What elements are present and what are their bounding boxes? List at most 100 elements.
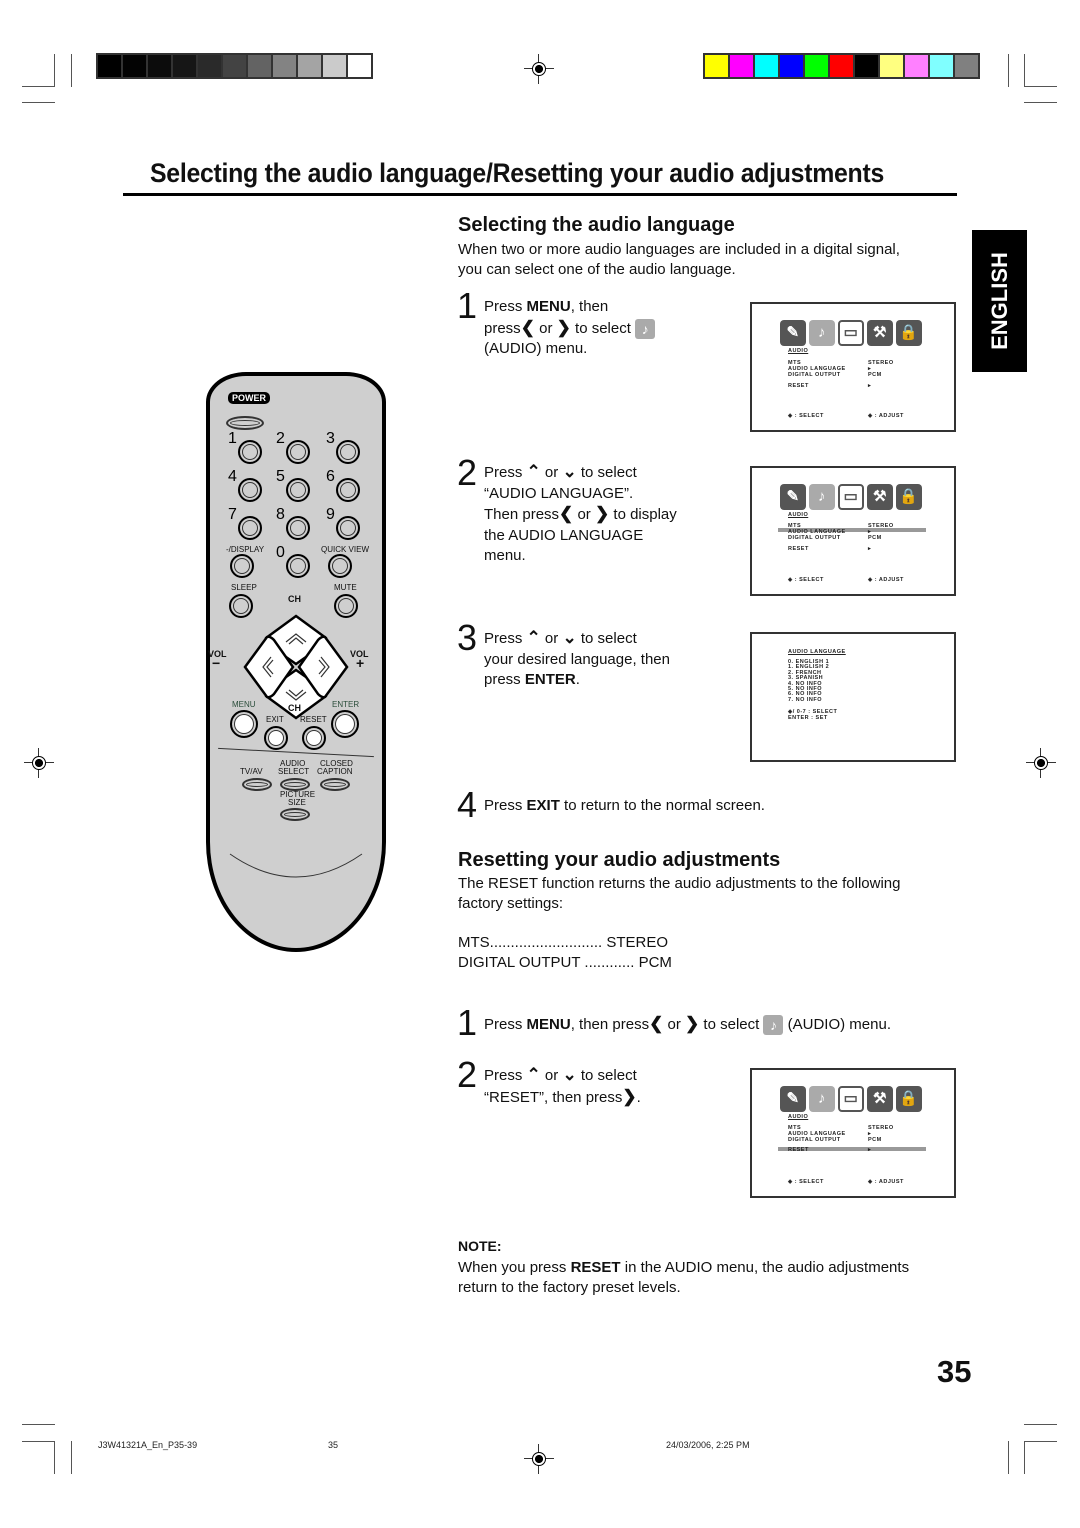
crop-mark xyxy=(1024,86,1057,87)
osd-row-value: ▸ xyxy=(868,383,872,389)
digit-label: 4 xyxy=(228,468,237,485)
quick-view-label: QUICK VIEW xyxy=(321,545,370,554)
lock-icon: 🔒 xyxy=(896,484,922,510)
tvav-button[interactable] xyxy=(242,778,272,791)
digit-label: 5 xyxy=(276,468,285,485)
digit-1-button[interactable] xyxy=(238,440,262,464)
osd-audio-menu-language-highlighted: ✎ ♪ ▭ ⚒ 🔒 AUDIO MTS STEREO AUDIO LANGUAG… xyxy=(750,466,956,596)
tools-icon: ⚒ xyxy=(867,320,893,346)
digit-4-button[interactable] xyxy=(238,478,262,502)
color-swatch xyxy=(880,55,903,77)
down-chevron-icon: ⌄ xyxy=(562,1065,577,1084)
color-swatch xyxy=(830,55,853,77)
closed-caption-label: CAPTION xyxy=(317,767,353,776)
osd-row-label: DIGITAL OUTPUT xyxy=(788,372,841,378)
registration-mark-icon xyxy=(24,748,54,778)
footer-datetime: 24/03/2006, 2:25 PM xyxy=(666,1440,750,1450)
digit-label: 8 xyxy=(276,506,285,523)
right-chevron-icon: ❯ xyxy=(622,1086,637,1106)
picture-size-button[interactable] xyxy=(280,808,310,821)
ch-label: CH xyxy=(288,703,301,713)
exit-button[interactable] xyxy=(264,726,288,750)
tools-icon: ⚒ xyxy=(867,484,893,510)
step-text: Press ⌃ or ⌄ to select “AUDIO LANGUAGE”.… xyxy=(484,462,677,564)
color-swatch xyxy=(98,55,121,77)
remote-bottom-curve xyxy=(229,853,363,878)
power-button[interactable] xyxy=(226,416,264,430)
crop-mark xyxy=(71,1441,72,1474)
footer-page: 35 xyxy=(328,1440,339,1450)
color-swatch xyxy=(705,55,728,77)
digit-7-button[interactable] xyxy=(238,516,262,540)
osd-hint: ◈ : SELECT xyxy=(788,577,824,583)
digit-3-button[interactable] xyxy=(336,440,360,464)
section-heading-select-language: Selecting the audio language xyxy=(458,214,735,236)
color-swatch xyxy=(223,55,246,77)
vol-minus-sign: − xyxy=(212,655,221,671)
color-calibration-bar xyxy=(703,53,980,79)
crop-mark xyxy=(1024,1424,1057,1425)
digit-8-button[interactable] xyxy=(286,516,310,540)
crop-mark xyxy=(1024,1441,1057,1442)
power-label: POWER xyxy=(228,392,271,404)
color-swatch xyxy=(730,55,753,77)
osd-row-label: DIGITAL OUTPUT xyxy=(788,1137,841,1143)
display-label: -/DISPLAY xyxy=(226,545,265,554)
step-number: 1 xyxy=(457,285,478,326)
osd-row-value: STEREO xyxy=(868,1125,894,1131)
step-text: Press MENU, then press❮ or ❯ to select ♪… xyxy=(484,297,656,360)
closed-caption-button[interactable] xyxy=(320,778,350,791)
intro-line: factory settings: xyxy=(458,895,564,912)
menu-button[interactable] xyxy=(230,710,258,738)
digit-5-button[interactable] xyxy=(286,478,310,502)
color-swatch xyxy=(323,55,346,77)
osd-title: AUDIO xyxy=(788,1114,809,1120)
digit-label: 6 xyxy=(326,468,335,485)
osd-hint: ◈ : SELECT xyxy=(788,1179,824,1185)
osd-row-value: ▸ xyxy=(868,1147,872,1153)
exit-label: EXIT xyxy=(266,715,284,724)
crop-mark xyxy=(1024,54,1025,87)
digit-0-button[interactable] xyxy=(286,554,310,578)
section-intro: The RESET function returns the audio adj… xyxy=(458,874,900,914)
crop-mark xyxy=(22,86,55,87)
color-swatch xyxy=(248,55,271,77)
osd-hint: ◈ : ADJUST xyxy=(868,577,904,583)
osd-row-value: STEREO xyxy=(868,360,894,366)
osd-row-label: RESET xyxy=(788,1147,809,1153)
note-label: NOTE: xyxy=(458,1238,502,1254)
mute-label: MUTE xyxy=(334,583,357,592)
display-button[interactable] xyxy=(230,554,254,578)
quick-view-button[interactable] xyxy=(328,554,352,578)
grayscale-calibration-bar xyxy=(96,53,373,79)
menu-icon-row: ✎ ♪ ▭ ⚒ 🔒 xyxy=(780,484,922,510)
ch-label: CH xyxy=(288,594,301,604)
step-text: Press ⌃ or ⌄ to select your desired lang… xyxy=(484,628,670,688)
digit-2-button[interactable] xyxy=(286,440,310,464)
setting-row: MTS........................... STEREO xyxy=(458,934,669,951)
title-rule xyxy=(123,193,957,196)
digit-label: 0 xyxy=(276,544,285,561)
picture-size-label: SIZE xyxy=(288,798,306,807)
menu-icon-row: ✎ ♪ ▭ ⚒ 🔒 xyxy=(780,1086,922,1112)
down-chevron-icon: ⌄ xyxy=(562,628,577,647)
color-swatch xyxy=(123,55,146,77)
color-swatch xyxy=(198,55,221,77)
osd-audio-menu: ✎ ♪ ▭ ⚒ 🔒 AUDIO MTS STEREO AUDIO LANGUAG… xyxy=(750,302,956,432)
step-number: 4 xyxy=(457,784,478,825)
step-text: Press EXIT to return to the normal scree… xyxy=(484,797,765,814)
osd-hint: ◈ : ADJUST xyxy=(868,1179,904,1185)
intro-line: The RESET function returns the audio adj… xyxy=(458,875,901,892)
crop-mark xyxy=(1024,1441,1025,1474)
menu-icon-row: ✎ ♪ ▭ ⚒ 🔒 xyxy=(780,320,922,346)
registration-mark-icon xyxy=(1026,748,1056,778)
section-intro: When two or more audio languages are inc… xyxy=(458,240,900,280)
osd-row-label: DIGITAL OUTPUT xyxy=(788,535,841,541)
step-number: 2 xyxy=(457,452,478,493)
setup-screen-icon: ▭ xyxy=(838,484,864,510)
reset-button[interactable] xyxy=(302,726,326,750)
osd-row-label: RESET xyxy=(788,383,809,389)
digit-6-button[interactable] xyxy=(336,478,360,502)
enter-button[interactable] xyxy=(331,710,359,738)
digit-9-button[interactable] xyxy=(336,516,360,540)
